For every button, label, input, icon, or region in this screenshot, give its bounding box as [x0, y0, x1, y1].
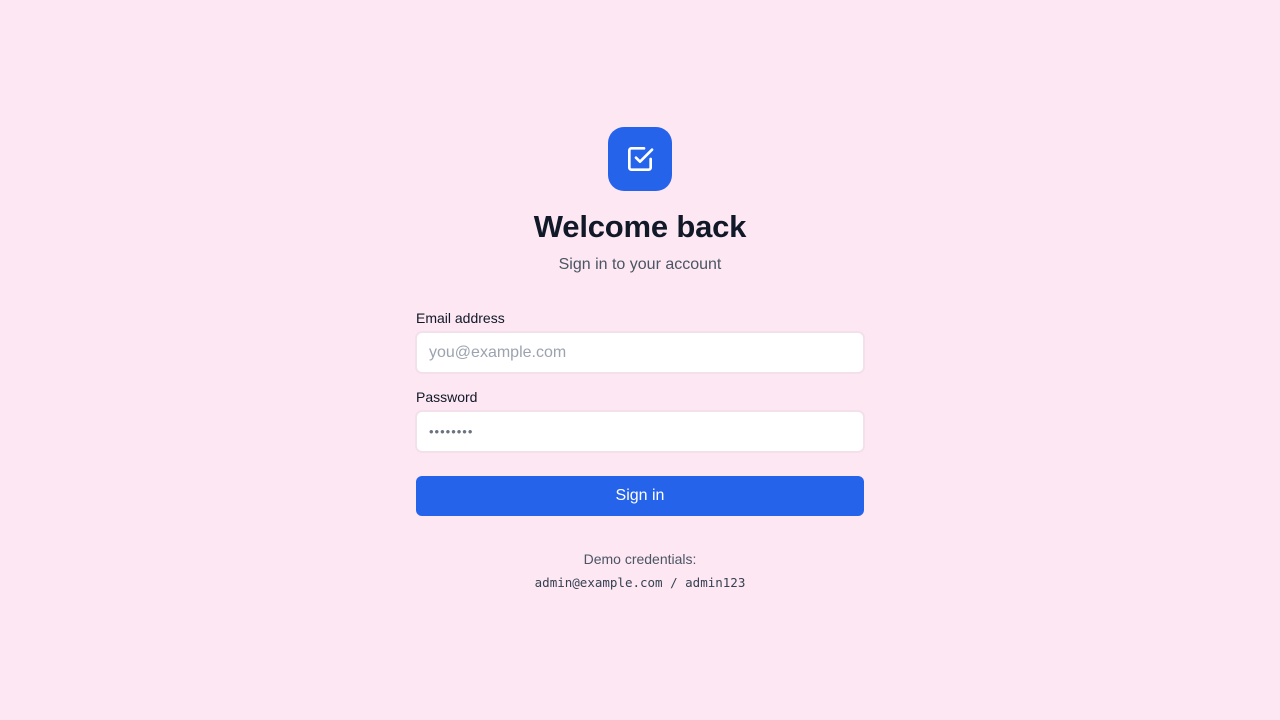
- page-title: Welcome back: [533, 209, 747, 244]
- email-field[interactable]: [416, 332, 864, 373]
- login-form: Email address Password Sign in: [416, 310, 864, 516]
- demo-credentials-value: admin@example.com / admin123: [534, 575, 746, 590]
- demo-credentials: Demo credentials: admin@example.com / ad…: [535, 551, 746, 590]
- password-field-group: Password: [416, 389, 864, 452]
- app-logo: [608, 127, 672, 191]
- checkbox-check-icon: [628, 147, 654, 171]
- password-field[interactable]: [416, 411, 864, 452]
- sign-in-button[interactable]: Sign in: [416, 476, 864, 516]
- page-subtitle: Sign in to your account: [558, 256, 722, 273]
- password-label: Password: [416, 389, 478, 405]
- email-field-group: Email address: [416, 310, 864, 373]
- demo-credentials-label: Demo credentials:: [583, 551, 697, 567]
- email-label: Email address: [416, 310, 505, 326]
- login-container: Welcome back Sign in to your account Ema…: [416, 127, 864, 590]
